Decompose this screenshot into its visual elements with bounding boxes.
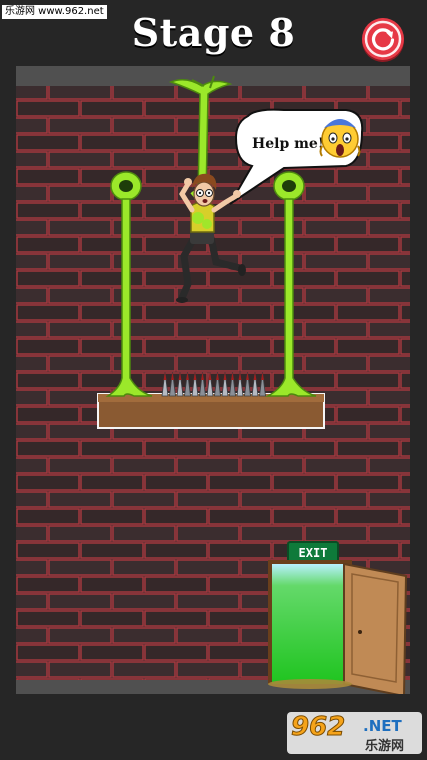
site-badge: 962 .NET 乐游网 (287, 712, 422, 754)
exit-label: EXIT (299, 546, 328, 560)
speech-text: Help me! (252, 136, 324, 152)
game-scene: Help me! EXIT (16, 66, 410, 694)
exit-door[interactable] (268, 560, 408, 694)
spike-platform (97, 393, 325, 429)
site-logo-number: 962 (290, 712, 346, 743)
game-stage: Help me! EXIT (16, 66, 410, 694)
restart-button[interactable] (362, 18, 404, 60)
site-logo-name: 乐游网 (365, 739, 405, 754)
site-logo-domain: .NET (363, 717, 402, 735)
restart-icon (364, 20, 402, 58)
